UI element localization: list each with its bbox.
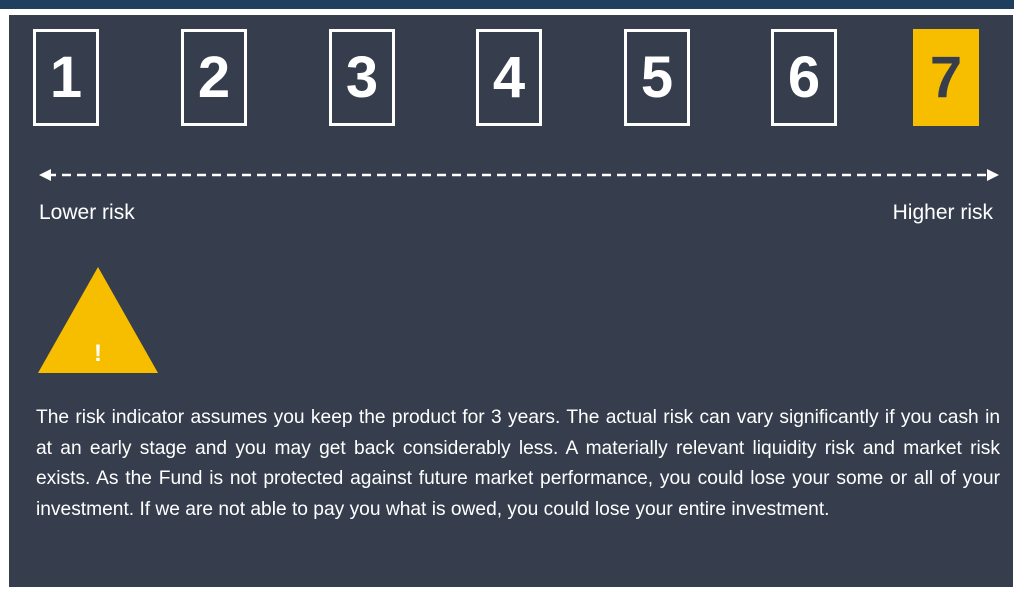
warning-triangle-icon: ! bbox=[38, 267, 158, 373]
risk-level-2: 2 bbox=[181, 29, 247, 126]
risk-direction-arrow bbox=[39, 169, 999, 181]
top-bar bbox=[0, 0, 1014, 9]
arrow-right-icon bbox=[987, 169, 999, 181]
risk-level-3: 3 bbox=[329, 29, 395, 126]
risk-level-6: 6 bbox=[771, 29, 837, 126]
higher-risk-label: Higher risk bbox=[892, 201, 993, 224]
lower-risk-label: Lower risk bbox=[39, 201, 135, 224]
exclamation-mark: ! bbox=[94, 340, 102, 367]
arrow-left-icon bbox=[39, 169, 51, 181]
risk-level-1: 1 bbox=[33, 29, 99, 126]
risk-description: The risk indicator assumes you keep the … bbox=[36, 407, 1000, 520]
risk-scale: 1 2 3 4 5 6 7 bbox=[33, 29, 1013, 147]
risk-indicator-panel: 1 2 3 4 5 6 7 Lower risk Higher risk ! T… bbox=[9, 15, 1013, 587]
risk-level-4: 4 bbox=[476, 29, 542, 126]
risk-level-5: 5 bbox=[624, 29, 690, 126]
risk-level-7-selected: 7 bbox=[913, 29, 979, 126]
